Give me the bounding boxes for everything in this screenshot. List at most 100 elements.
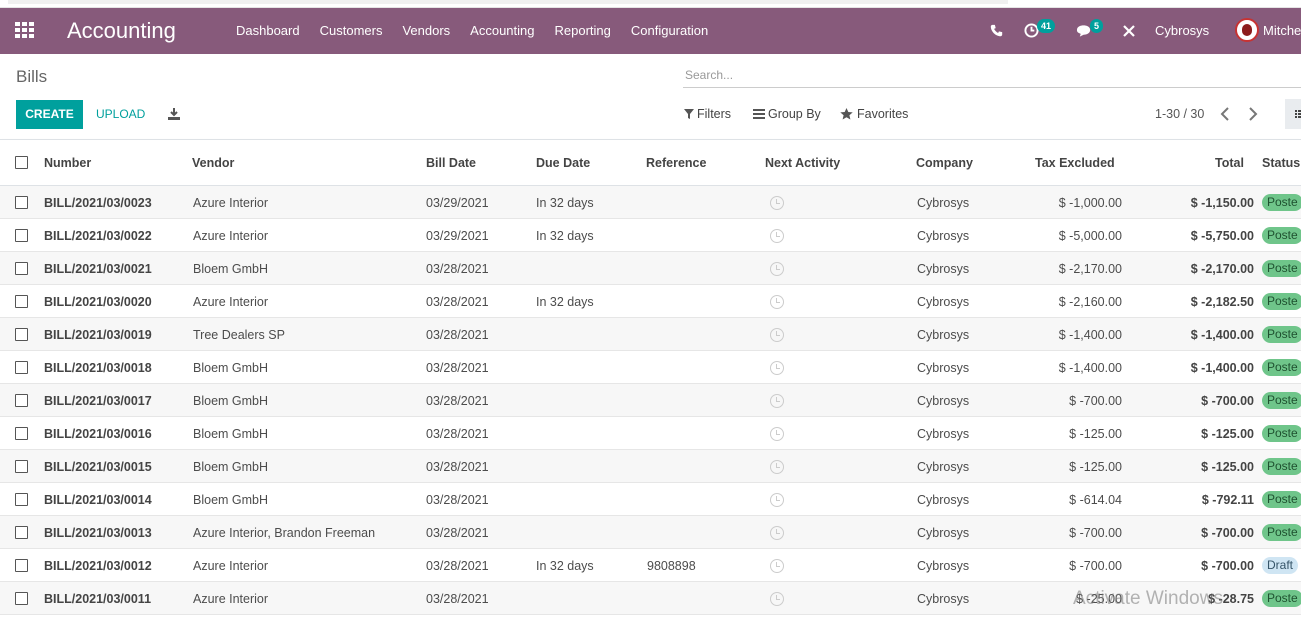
upload-button[interactable]: UPLOAD xyxy=(96,100,145,129)
cell-total: $ -2,182.50 xyxy=(1190,295,1254,309)
messages-chat-icon[interactable] xyxy=(1076,8,1093,54)
cell-vendor: Bloem GmbH xyxy=(193,262,269,276)
row-checkbox[interactable] xyxy=(15,559,28,572)
table-row[interactable]: BILL/2021/03/0021 Bloem GmbH 03/28/2021 Cyb… xyxy=(0,252,1301,285)
table-row[interactable]: BILL/2021/03/0013 Azure Interior, Brandon… xyxy=(0,516,1301,549)
app-brand-title[interactable]: Accounting xyxy=(67,17,176,45)
next-activity-clock-icon[interactable] xyxy=(770,394,784,408)
table-row[interactable]: BILL/2021/03/0022 Azure Interior 03/29/202… xyxy=(0,219,1301,252)
pager-value[interactable]: 1-30 / 30 xyxy=(1155,104,1204,124)
next-activity-clock-icon[interactable] xyxy=(770,592,784,606)
column-vendor[interactable]: Vendor xyxy=(192,155,234,171)
user-avatar[interactable] xyxy=(1235,18,1259,42)
column-bill-date[interactable]: Bill Date xyxy=(426,155,476,171)
cell-vendor: Azure Interior xyxy=(193,196,269,210)
debug-tools-icon[interactable] xyxy=(1122,8,1136,54)
page-title[interactable]: Bills xyxy=(16,66,47,88)
row-checkbox[interactable] xyxy=(15,328,28,341)
row-checkbox[interactable] xyxy=(15,361,28,374)
cell-bill-date: 03/28/2021 xyxy=(426,328,489,342)
menu-customers[interactable]: Customers xyxy=(310,8,393,54)
column-company[interactable]: Company xyxy=(916,155,973,171)
column-number[interactable]: Number xyxy=(44,155,91,171)
next-activity-clock-icon[interactable] xyxy=(770,559,784,573)
table-row[interactable]: BILL/2021/03/0023 Azure Interior 03/29/202… xyxy=(0,186,1301,219)
table-row[interactable]: BILL/2021/03/0016 Bloem GmbH 03/28/2021 Cyb… xyxy=(0,417,1301,450)
table-row[interactable]: BILL/2021/03/0017 Bloem GmbH 03/28/2021 Cyb… xyxy=(0,384,1301,417)
pager-previous-icon[interactable] xyxy=(1220,104,1238,124)
cell-number: BILL/2021/03/0022 xyxy=(44,229,152,243)
create-button[interactable]: CREATE xyxy=(16,100,83,129)
next-activity-clock-icon[interactable] xyxy=(770,295,784,309)
menu-dashboard[interactable]: Dashboard xyxy=(226,8,310,54)
row-checkbox[interactable] xyxy=(15,460,28,473)
column-due-date[interactable]: Due Date xyxy=(536,155,590,171)
column-total[interactable]: Total xyxy=(1215,155,1244,171)
cell-bill-date: 03/28/2021 xyxy=(426,394,489,408)
cell-tax-excluded: $ -1,000.00 xyxy=(1058,196,1122,210)
cell-reference: 9808898 xyxy=(647,559,696,573)
user-menu-name[interactable]: Mitche xyxy=(1263,8,1301,54)
cell-vendor: Azure Interior xyxy=(193,295,269,309)
cell-company: Cybrosys xyxy=(917,295,970,309)
row-checkbox[interactable] xyxy=(15,427,28,440)
row-checkbox[interactable] xyxy=(15,526,28,539)
next-activity-clock-icon[interactable] xyxy=(770,229,784,243)
menu-vendors[interactable]: Vendors xyxy=(392,8,460,54)
row-checkbox[interactable] xyxy=(15,394,28,407)
cell-number: BILL/2021/03/0013 xyxy=(44,526,152,540)
next-activity-clock-icon[interactable] xyxy=(770,526,784,540)
group-by-button[interactable]: Group By xyxy=(753,104,821,124)
cell-number: BILL/2021/03/0012 xyxy=(44,559,152,573)
next-activity-clock-icon[interactable] xyxy=(770,361,784,375)
table-row[interactable]: BILL/2021/03/0018 Bloem GmbH 03/28/2021 Cyb… xyxy=(0,351,1301,384)
cell-company: Cybrosys xyxy=(917,361,970,375)
column-tax-excluded[interactable]: Tax Excluded xyxy=(1035,155,1115,171)
next-activity-clock-icon[interactable] xyxy=(770,460,784,474)
list-view-icon[interactable] xyxy=(1285,99,1301,129)
next-activity-clock-icon[interactable] xyxy=(770,493,784,507)
activity-clock-icon[interactable] xyxy=(1024,8,1039,54)
cell-tax-excluded: $ -1,400.00 xyxy=(1058,328,1122,342)
table-row[interactable]: BILL/2021/03/0012 Azure Interior 03/28/202… xyxy=(0,549,1301,582)
column-next-activity[interactable]: Next Activity xyxy=(765,155,840,171)
next-activity-clock-icon[interactable] xyxy=(770,262,784,276)
next-activity-clock-icon[interactable] xyxy=(770,196,784,210)
column-reference[interactable]: Reference xyxy=(646,155,706,171)
activity-count-badge: 41 xyxy=(1037,19,1056,33)
row-checkbox[interactable] xyxy=(15,493,28,506)
search-input[interactable]: Search... xyxy=(683,64,1301,88)
select-all-checkbox[interactable] xyxy=(15,156,28,169)
row-checkbox[interactable] xyxy=(15,592,28,605)
table-row[interactable]: BILL/2021/03/0015 Bloem GmbH 03/28/2021 Cyb… xyxy=(0,450,1301,483)
cell-total: $ -1,400.00 xyxy=(1190,361,1254,375)
cell-total: $ -5,750.00 xyxy=(1190,229,1254,243)
apps-grid-icon[interactable] xyxy=(15,22,35,40)
status-badge: Poste xyxy=(1262,524,1301,541)
table-row[interactable]: BILL/2021/03/0014 Bloem GmbH 03/28/2021 Cyb… xyxy=(0,483,1301,516)
pager-next-icon[interactable] xyxy=(1248,104,1266,124)
phone-icon[interactable] xyxy=(990,8,1003,54)
row-checkbox[interactable] xyxy=(15,196,28,209)
menu-reporting[interactable]: Reporting xyxy=(545,8,621,54)
next-activity-clock-icon[interactable] xyxy=(770,427,784,441)
row-checkbox[interactable] xyxy=(15,262,28,275)
favorites-button[interactable]: Favorites xyxy=(840,104,908,124)
row-checkbox[interactable] xyxy=(15,295,28,308)
browser-top-strip xyxy=(0,0,1301,8)
row-checkbox[interactable] xyxy=(15,229,28,242)
cell-number: BILL/2021/03/0018 xyxy=(44,361,152,375)
top-menu: Dashboard Customers Vendors Accounting R… xyxy=(226,8,718,54)
next-activity-clock-icon[interactable] xyxy=(770,328,784,342)
download-icon[interactable] xyxy=(167,107,181,121)
company-switcher[interactable]: Cybrosys xyxy=(1155,8,1209,54)
message-count-badge: 5 xyxy=(1090,19,1104,33)
table-row[interactable]: BILL/2021/03/0019 Tree Dealers SP 03/28/20… xyxy=(0,318,1301,351)
menu-configuration[interactable]: Configuration xyxy=(621,8,718,54)
column-status[interactable]: Status xyxy=(1262,155,1300,171)
filters-button[interactable]: Filters xyxy=(684,104,731,124)
table-row[interactable]: BILL/2021/03/0020 Azure Interior 03/28/202… xyxy=(0,285,1301,318)
status-badge: Poste xyxy=(1262,326,1301,343)
cell-bill-date: 03/28/2021 xyxy=(426,427,489,441)
menu-accounting[interactable]: Accounting xyxy=(460,8,544,54)
